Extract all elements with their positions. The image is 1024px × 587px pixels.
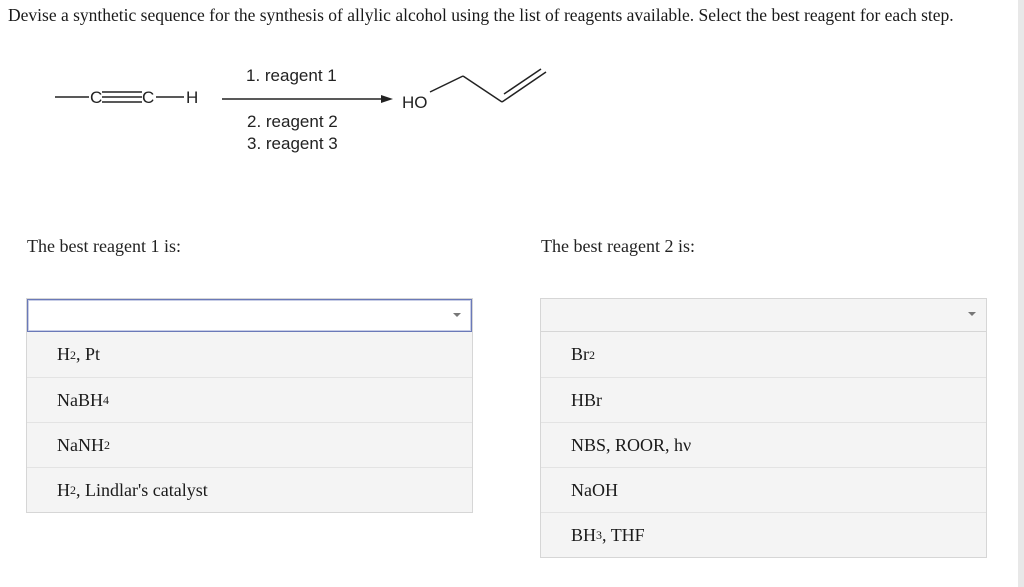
reagent1-option[interactable]: H2, Pt xyxy=(27,332,472,377)
option-main-text: NaOH xyxy=(571,479,618,500)
reactant-carbon-2: C xyxy=(142,88,154,107)
reactant-carbon-1: C xyxy=(90,88,102,107)
option-main-text: Br xyxy=(571,344,589,364)
condition-step3: 3. reagent 3 xyxy=(247,134,338,153)
reagent2-option[interactable]: HBr xyxy=(541,377,986,422)
option-main-text: HBr xyxy=(571,389,602,410)
reagent2-option[interactable]: NBS, ROOR, hν xyxy=(541,422,986,467)
chevron-down-icon xyxy=(968,312,976,316)
option-main-text: H xyxy=(57,479,70,500)
reactant-hydrogen: H xyxy=(186,88,198,107)
reagent2-option[interactable]: BH 3, THF xyxy=(541,512,986,557)
question-text: Devise a synthetic sequence for the synt… xyxy=(8,5,954,25)
reagent2-dropdown[interactable]: Br 2 HBr NBS, ROOR, hν NaOH BH 3, THF xyxy=(540,298,987,558)
product-bond-2 xyxy=(462,75,503,103)
reagent2-prompt: The best reagent 2 is: xyxy=(541,236,695,256)
option-main-text: NBS, ROOR, hν xyxy=(571,434,692,455)
reagent1-dropdown[interactable]: H2, Pt NaBH 4 NaNH 2 H 2, Lindlar's catalyst xyxy=(26,298,473,513)
reagent2-option[interactable]: Br 2 xyxy=(541,332,986,377)
reagent1-option[interactable]: NaNH 2 xyxy=(27,422,472,467)
product-double-bond-a xyxy=(501,71,547,103)
reagent2-select[interactable] xyxy=(541,299,986,332)
product-hydroxyl: HO xyxy=(402,93,428,112)
condition-step2: 2. reagent 2 xyxy=(247,112,338,131)
option-rest-text: , THF xyxy=(602,524,645,545)
reagent1-prompt: The best reagent 1 is: xyxy=(27,236,181,256)
reaction-scheme: C C H 1. reagent 1 2. reagent 2 3. reage… xyxy=(55,66,547,153)
reagent1-options-list: H2, Pt NaBH 4 NaNH 2 H 2, Lindlar's catalyst xyxy=(27,332,472,512)
condition-step1: 1. reagent 1 xyxy=(246,66,337,85)
option-main-text: NaBH xyxy=(57,389,103,410)
reagent1-select[interactable] xyxy=(27,299,472,332)
reagent2-options-list: Br 2 HBr NBS, ROOR, hν NaOH BH 3, THF xyxy=(541,332,986,557)
option-main-text: H xyxy=(57,344,70,364)
option-rest-text: , Pt xyxy=(76,344,101,364)
reagent1-option[interactable]: H2, Lindlar's catalyst xyxy=(27,467,472,512)
scrollbar[interactable] xyxy=(1018,0,1024,587)
chevron-down-icon xyxy=(453,313,461,317)
product-bond-1 xyxy=(429,75,464,93)
option-main-text: BH xyxy=(571,524,597,545)
reagent1-option[interactable]: NaBH 4 xyxy=(27,377,472,422)
option-rest-text: , Lindlar's catalyst xyxy=(76,479,208,500)
reaction-arrow-head xyxy=(381,95,393,103)
product-double-bond-b xyxy=(503,68,542,95)
option-main-text: NaNH xyxy=(57,434,104,455)
reagent2-option[interactable]: NaOH xyxy=(541,467,986,512)
